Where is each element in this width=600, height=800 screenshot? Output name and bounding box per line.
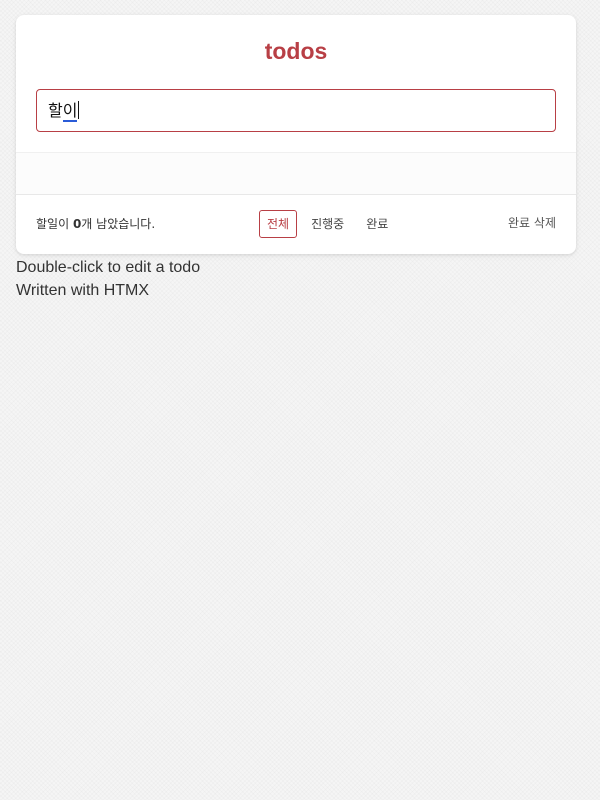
app-title: todos [264,38,328,64]
input-committed-text: 할 [48,101,63,120]
filter-all[interactable]: 전체 [259,210,298,238]
filter-tabs: 전체 진행중 완료 [259,210,396,238]
new-todo-input[interactable]: 할이 [36,89,556,132]
todo-count-prefix: 할일이 [36,217,73,231]
clear-completed-button[interactable]: 완료 삭제 [508,215,556,231]
filter-completed[interactable]: 완료 [358,210,396,238]
todo-list [16,152,576,195]
info-edit-hint: Double-click to edit a todo [16,259,201,276]
todo-app-card: todos 할이 할일이 0개 남았습니다. 전체 진행중 완료 완료 삭제 [16,15,576,254]
info-footer: Double-click to edit a todo Written with… [16,256,200,302]
info-credit: Written with HTMX [16,282,150,299]
filter-active[interactable]: 진행중 [303,210,352,238]
input-composing-text: 이 [62,101,78,122]
text-caret [78,101,80,119]
todo-footer: 할일이 0개 남았습니다. 전체 진행중 완료 완료 삭제 [16,194,576,254]
todo-count: 할일이 0개 남았습니다. [36,216,155,232]
todo-count-suffix: 개 남았습니다. [81,217,156,231]
